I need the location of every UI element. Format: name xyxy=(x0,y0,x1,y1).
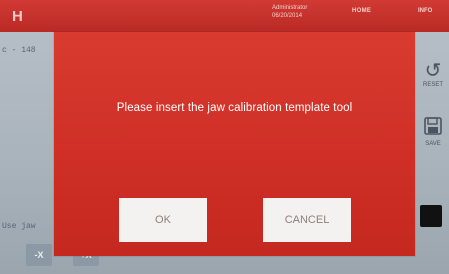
reset-tool[interactable]: ↺ RESET xyxy=(420,60,446,88)
current-date: 06/20/2014 xyxy=(272,13,303,19)
save-tool[interactable]: SAVE xyxy=(420,116,446,147)
dialog-message: Please insert the jaw calibration templa… xyxy=(116,102,353,114)
position-readout: c - 148 xyxy=(2,46,36,55)
user-name: Administrator xyxy=(272,5,308,11)
save-label: SAVE xyxy=(425,141,441,147)
device-screen: H Administrator 06/20/2014 HOME INFO c -… xyxy=(0,0,449,274)
home-button[interactable]: HOME xyxy=(352,8,371,14)
floppy-disk-icon xyxy=(420,116,446,141)
instruction-hint: Use jaw xyxy=(2,222,36,231)
stop-square[interactable] xyxy=(420,205,442,227)
undo-icon: ↺ xyxy=(424,60,442,82)
right-tool-panel: ↺ RESET SAVE xyxy=(414,50,449,270)
top-bar: H Administrator 06/20/2014 HOME INFO xyxy=(0,0,449,32)
reset-label: RESET xyxy=(422,82,443,88)
cancel-button[interactable]: CANCEL xyxy=(263,198,351,242)
calibration-dialog: Please insert the jaw calibration templa… xyxy=(54,32,415,256)
info-button[interactable]: INFO xyxy=(418,8,432,14)
ok-button[interactable]: OK xyxy=(119,198,207,242)
user-info: Administrator 06/20/2014 xyxy=(272,4,307,20)
app-logo: H xyxy=(12,8,23,25)
jog-minus-x-button[interactable]: -X xyxy=(26,244,52,266)
